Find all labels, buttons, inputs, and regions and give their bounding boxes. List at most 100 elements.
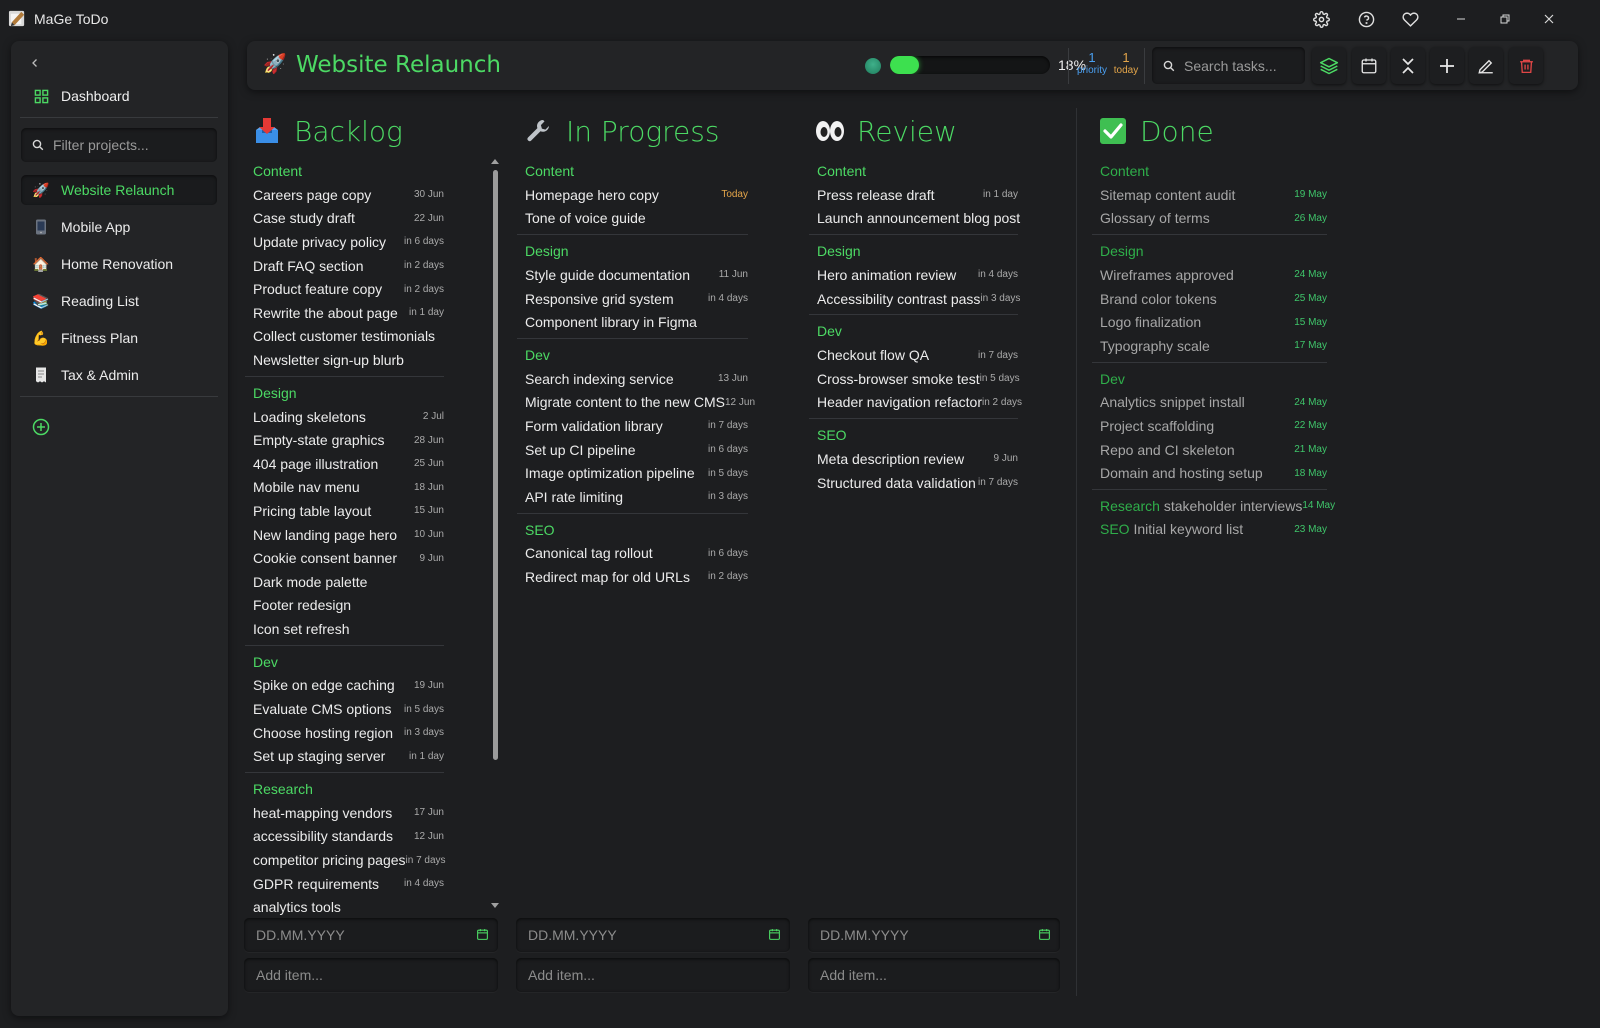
task-item[interactable]: Footer redesign [253, 594, 444, 618]
task-item[interactable]: SEO Initial keyword list 23 May [1100, 518, 1327, 542]
task-item[interactable]: Header navigation refactor in 2 days [817, 391, 1022, 415]
filter-projects-field[interactable] [21, 128, 217, 162]
search-tasks-field[interactable] [1152, 47, 1305, 84]
task-item[interactable]: Sitemap content audit 19 May [1100, 183, 1327, 207]
task-item[interactable]: New landing page hero 10 Jun [253, 523, 444, 547]
group-label[interactable]: Dev [525, 343, 748, 367]
task-item[interactable]: Research stakeholder interviews 14 May [1100, 494, 1335, 518]
task-item[interactable]: Project scaffolding 22 May [1100, 414, 1327, 438]
backlog-date-field[interactable] [244, 918, 498, 952]
task-item[interactable]: Dark mode palette [253, 570, 444, 594]
collapse-all-button[interactable] [1391, 47, 1425, 84]
chevron-left-icon[interactable] [27, 55, 43, 71]
task-item[interactable]: Rewrite the about page in 1 day [253, 301, 444, 325]
task-item[interactable]: Homepage hero copy Today [525, 183, 748, 207]
task-item[interactable]: Update privacy policy in 6 days [253, 230, 444, 254]
task-item[interactable]: Migrate content to the new CMS 12 Jun [525, 391, 755, 415]
group-label[interactable]: Design [817, 239, 1018, 263]
task-item[interactable]: API rate limiting in 3 days [525, 485, 748, 509]
task-item[interactable]: Press release draft in 1 day [817, 183, 1018, 207]
in-progress-add-item-input[interactable] [528, 967, 728, 983]
task-item[interactable]: Spike on edge caching 19 Jun [253, 674, 444, 698]
task-item[interactable]: Typography scale 17 May [1100, 334, 1327, 358]
task-item[interactable]: accessibility standards 12 Jun [253, 825, 444, 849]
task-item[interactable]: Evaluate CMS options in 5 days [253, 697, 444, 721]
scroll-down-arrow-icon[interactable] [491, 901, 499, 909]
priority-counter[interactable]: 1 priority [1074, 51, 1110, 76]
heart-icon[interactable] [1401, 10, 1419, 28]
task-item[interactable]: Loading skeletons 2 Jul [253, 405, 444, 429]
backlog-add-item-input[interactable] [256, 967, 456, 983]
task-item[interactable]: competitor pricing pages in 7 days [253, 848, 446, 872]
task-item[interactable]: Set up staging server in 1 day [253, 744, 444, 768]
sidebar-item-home-renovation[interactable]: 🏠 Home Renovation [21, 249, 217, 279]
sidebar-item-tax-admin[interactable]: Tax & Admin [21, 360, 217, 390]
task-item[interactable]: Careers page copy 30 Jun [253, 183, 444, 207]
task-item[interactable]: Icon set refresh [253, 617, 444, 641]
task-item[interactable]: Launch announcement blog post [817, 207, 1020, 231]
task-item[interactable]: Image optimization pipeline in 5 days [525, 461, 748, 485]
restore-icon[interactable] [1495, 9, 1515, 29]
group-label[interactable]: Content [1100, 159, 1327, 183]
task-item[interactable]: Collect customer testimonials [253, 325, 444, 349]
task-item[interactable]: Wireframes approved 24 May [1100, 263, 1327, 287]
task-item[interactable]: Hero animation review in 4 days [817, 263, 1018, 287]
layers-button[interactable] [1312, 47, 1346, 84]
group-label[interactable]: Research [253, 777, 444, 801]
task-item[interactable]: Product feature copy in 2 days [253, 277, 444, 301]
backlog-scrollbar-thumb[interactable] [493, 170, 498, 760]
today-counter[interactable]: 1 today [1111, 51, 1141, 76]
task-item[interactable]: Responsive grid system in 4 days [525, 287, 748, 311]
search-tasks-input[interactable] [1184, 57, 1304, 74]
task-item[interactable]: Empty-state graphics 28 Jun [253, 428, 444, 452]
sidebar-item-mobile-app[interactable]: Mobile App [21, 212, 217, 242]
group-label[interactable]: Design [253, 381, 444, 405]
task-item[interactable]: Newsletter sign-up blurb [253, 348, 444, 372]
task-item[interactable]: Mobile nav menu 18 Jun [253, 476, 444, 500]
review-add-item-input[interactable] [820, 967, 1020, 983]
add-task-button[interactable] [1430, 47, 1464, 84]
calendar-icon[interactable] [476, 928, 489, 941]
sidebar-item-dashboard[interactable]: Dashboard [20, 83, 210, 109]
task-item[interactable]: Accessibility contrast pass in 3 days [817, 287, 1020, 311]
delete-project-button[interactable] [1509, 47, 1543, 84]
task-item[interactable]: Canonical tag rollout in 6 days [525, 542, 748, 566]
task-item[interactable]: Pricing table layout 15 Jun [253, 499, 444, 523]
task-item[interactable]: Form validation library in 7 days [525, 414, 748, 438]
group-label[interactable]: SEO [525, 518, 748, 542]
task-item[interactable]: Search indexing service 13 Jun [525, 367, 748, 391]
task-item[interactable]: Checkout flow QA in 7 days [817, 343, 1018, 367]
task-item[interactable]: analytics tools [253, 895, 444, 919]
task-item[interactable]: Analytics snippet install 24 May [1100, 391, 1327, 415]
review-date-input[interactable] [820, 927, 1020, 943]
in-progress-date-input[interactable] [528, 927, 728, 943]
task-item[interactable]: Choose hosting region in 3 days [253, 721, 444, 745]
group-label[interactable]: Design [1100, 239, 1327, 263]
task-item[interactable]: GDPR requirements in 4 days [253, 872, 444, 896]
group-label[interactable]: Dev [1100, 367, 1327, 391]
help-icon[interactable] [1357, 10, 1375, 28]
calendar-icon[interactable] [1038, 928, 1051, 941]
review-add-item-field[interactable] [808, 958, 1060, 992]
review-date-field[interactable] [808, 918, 1060, 952]
task-item[interactable]: Draft FAQ section in 2 days [253, 254, 444, 278]
group-label[interactable]: Content [525, 159, 748, 183]
task-item[interactable]: Tone of voice guide [525, 207, 748, 231]
sidebar-item-fitness-plan[interactable]: 💪 Fitness Plan [21, 323, 217, 353]
backlog-add-item-field[interactable] [244, 958, 498, 992]
backlog-date-input[interactable] [256, 927, 456, 943]
scroll-up-arrow-icon[interactable] [491, 158, 499, 166]
calendar-button[interactable] [1352, 47, 1386, 84]
in-progress-date-field[interactable] [516, 918, 790, 952]
calendar-icon[interactable] [768, 928, 781, 941]
minimize-icon[interactable] [1451, 9, 1471, 29]
task-item[interactable]: Domain and hosting setup 18 May [1100, 461, 1327, 485]
add-project-plus-icon[interactable] [32, 418, 50, 436]
group-label[interactable]: Dev [253, 650, 444, 674]
group-label[interactable]: Design [525, 239, 748, 263]
task-item[interactable]: Glossary of terms 26 May [1100, 207, 1327, 231]
task-item[interactable]: Repo and CI skeleton 21 May [1100, 438, 1327, 462]
task-item[interactable]: Brand color tokens 25 May [1100, 287, 1327, 311]
task-item[interactable]: Logo finalization 15 May [1100, 310, 1327, 334]
task-item[interactable]: Cross-browser smoke test in 5 days [817, 367, 1020, 391]
